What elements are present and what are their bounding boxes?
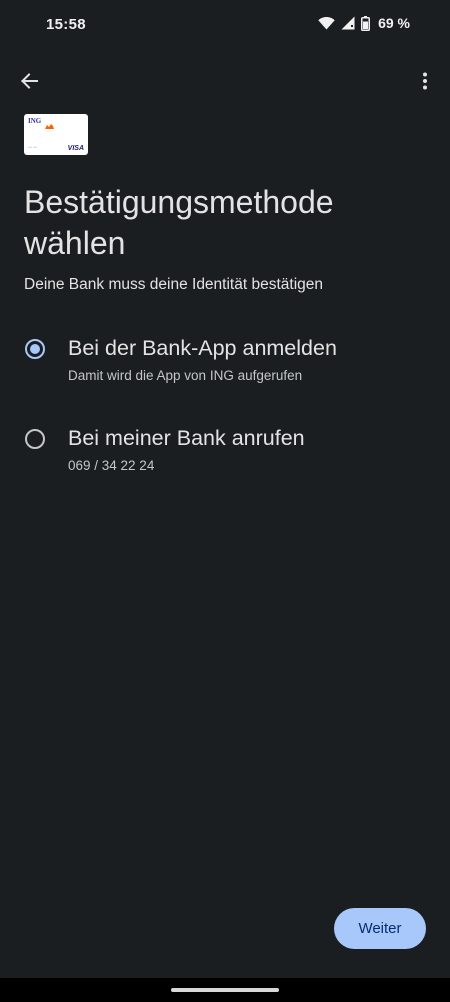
- option-description: Damit wird die App von ING aufgerufen: [68, 368, 303, 383]
- card-thumbnail: ING •••• •••• VISA: [24, 114, 88, 155]
- option-label: Bei meiner Bank anrufen: [68, 426, 305, 450]
- back-button[interactable]: [12, 66, 46, 100]
- option-label: Bei der Bank-App anmelden: [68, 336, 337, 360]
- signal-icon: [341, 16, 355, 30]
- page-title: Bestätigungsmethode wählen: [24, 184, 334, 261]
- status-time: 15:58: [46, 16, 86, 33]
- status-bar: 15:58 69 %: [0, 0, 450, 50]
- radio-button-unselected[interactable]: [25, 429, 45, 449]
- wifi-icon: [318, 16, 335, 30]
- battery-percentage: 69 %: [378, 15, 410, 31]
- continue-button[interactable]: Weiter: [334, 908, 426, 949]
- option-call-bank[interactable]: Bei meiner Bank anrufen 069 / 34 22 24: [0, 422, 450, 488]
- option-description: 069 / 34 22 24: [68, 458, 155, 473]
- status-icons: 69 %: [318, 15, 410, 31]
- screen: 15:58 69 % ING •••• •••• VISA Bestätigun…: [0, 0, 450, 1002]
- card-bank-logo: ING: [28, 117, 42, 125]
- page-subtitle: Deine Bank muss deine Identität bestätig…: [24, 276, 323, 293]
- card-number-dots: •••• ••••: [28, 145, 38, 149]
- more-vert-icon: [422, 72, 428, 95]
- radio-button-selected[interactable]: [25, 339, 45, 359]
- arrow-back-icon: [20, 72, 38, 95]
- lion-logo-icon: [45, 117, 54, 129]
- card-network-logo: VISA: [67, 145, 84, 152]
- more-options-button[interactable]: [408, 66, 442, 100]
- navigation-bar: [0, 978, 450, 1002]
- battery-icon: [361, 15, 371, 31]
- option-bank-app[interactable]: Bei der Bank-App anmelden Damit wird die…: [0, 332, 450, 398]
- home-gesture-handle[interactable]: [171, 988, 279, 992]
